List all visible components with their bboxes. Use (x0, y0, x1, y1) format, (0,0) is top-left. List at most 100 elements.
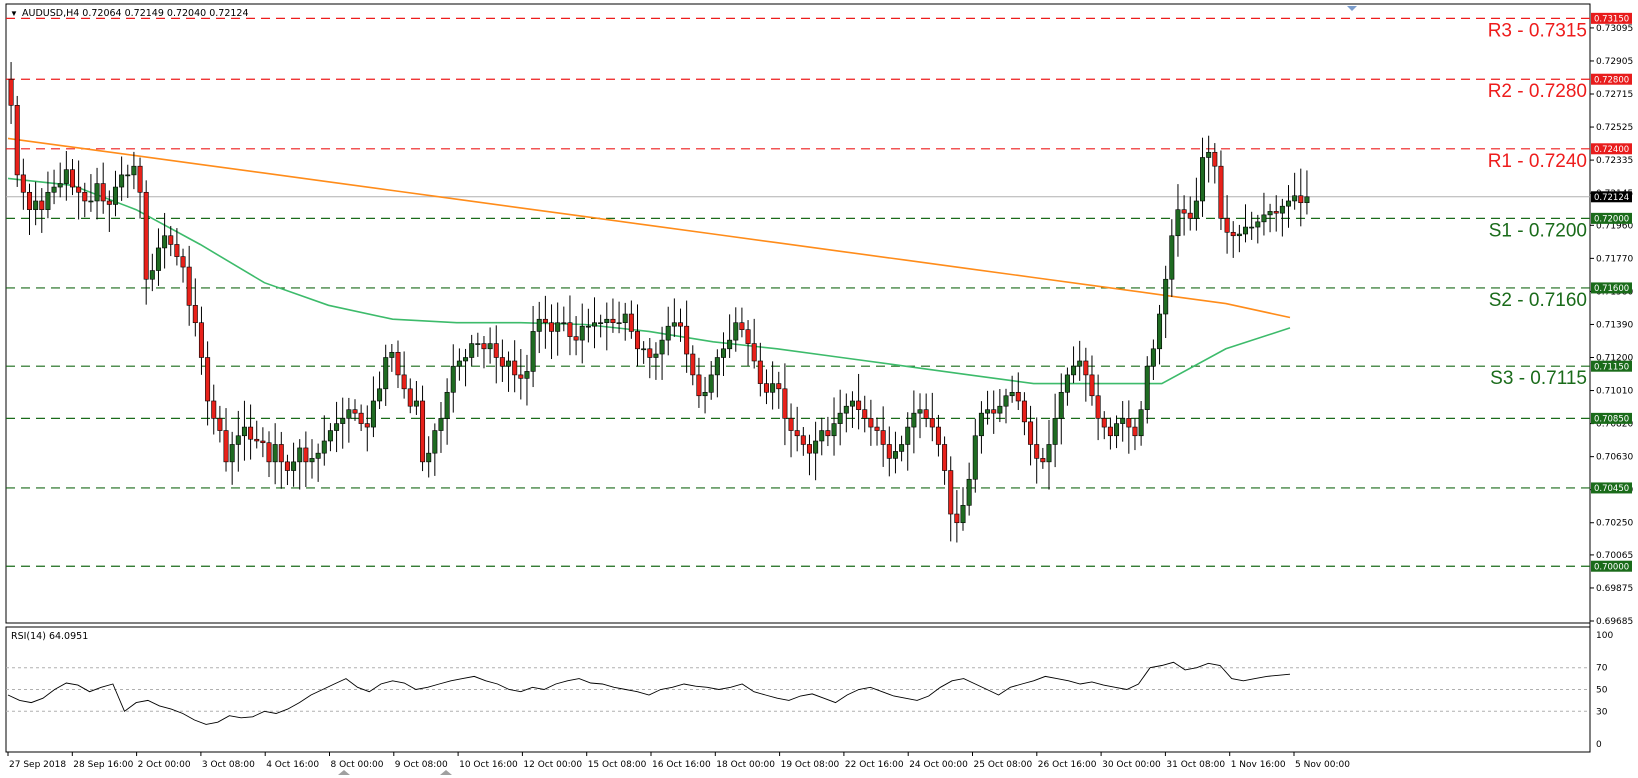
candle-body (1015, 391, 1021, 402)
candle-body (868, 418, 874, 428)
candle-body (76, 186, 82, 193)
level-label: R1 - 0.7240 (1488, 151, 1587, 172)
candle-body (291, 461, 297, 471)
candle-body (573, 336, 579, 341)
candle-body (892, 451, 898, 459)
candle-body (205, 357, 211, 402)
candle-body (874, 426, 880, 431)
x-tick-label: 24 Oct 00:00 (909, 760, 968, 770)
x-tick-label: 9 Oct 08:00 (395, 760, 448, 770)
candle-body (125, 174, 131, 177)
candle-body (524, 371, 530, 379)
candle-body (708, 374, 714, 393)
candle-body (26, 191, 32, 210)
candle-body (1040, 458, 1046, 463)
candle-body (616, 322, 622, 325)
candle-body (739, 322, 745, 330)
x-tick-label: 1 Nov 16:00 (1231, 760, 1286, 770)
candle-body (303, 447, 309, 463)
x-tick-label: 22 Oct 16:00 (845, 760, 904, 770)
price-panel (5, 3, 1591, 624)
candle-body (20, 174, 26, 193)
candle-body (837, 412, 843, 424)
candle-body (1206, 151, 1212, 158)
candle-body (1009, 391, 1015, 397)
candle-body (622, 313, 628, 324)
candle-body (1212, 151, 1218, 167)
candle-body (677, 322, 683, 327)
x-tick-label: 26 Oct 16:00 (1038, 760, 1097, 770)
candle-body (727, 339, 733, 350)
price-chart[interactable]: 0.73095 0.72905 0.72715 0.72525 0.72335 0.721… (0, 0, 1638, 778)
candle-body (1298, 195, 1304, 204)
candle-body (948, 470, 954, 515)
candle-body (377, 388, 383, 402)
candle-body (536, 318, 542, 332)
level-badge-text: 0.70850 (1594, 415, 1629, 425)
x-tick-label: 3 Oct 08:00 (202, 760, 255, 770)
candle-body (327, 430, 333, 442)
candle-body (499, 357, 505, 367)
y-tick-label: 0.71770 (1596, 254, 1633, 264)
candle-body (585, 325, 591, 328)
candle-body (309, 458, 315, 463)
candle-body (856, 400, 862, 410)
level-label: S1 - 0.7200 (1489, 220, 1587, 241)
x-tick-label: 5 Nov 00:00 (1295, 760, 1350, 770)
candle-body (1181, 209, 1187, 214)
candle-body (217, 418, 223, 431)
candle-body (862, 409, 868, 419)
candle-body (653, 353, 659, 358)
candle-body (720, 348, 726, 358)
y-tick-label: 0.69875 (1596, 584, 1633, 594)
candle-body (1286, 200, 1292, 207)
candle-body (1273, 211, 1279, 214)
candle-body (1089, 374, 1095, 397)
candle-body (899, 444, 905, 452)
candle-body (935, 426, 941, 445)
x-tick-label: 12 Oct 00:00 (523, 760, 582, 770)
candle-body (260, 440, 266, 444)
candle-body (1028, 421, 1034, 445)
chart-menu-arrow[interactable]: ▼ (10, 9, 18, 18)
candle-body (561, 322, 567, 325)
candle-body (1279, 205, 1285, 214)
scroll-marker-icon[interactable] (338, 770, 350, 775)
candle-body (1034, 444, 1040, 459)
x-tick-label: 10 Oct 16:00 (459, 760, 518, 770)
candle-body (1071, 365, 1077, 376)
candle-body (1261, 214, 1267, 223)
candle-body (254, 438, 260, 442)
candle-body (432, 430, 438, 454)
candle-body (567, 322, 573, 337)
candle-body (641, 348, 647, 351)
candle-body (1175, 209, 1181, 237)
candle-body (542, 318, 548, 324)
candle-body (714, 357, 720, 376)
candle-body (413, 400, 419, 407)
candle-body (696, 374, 702, 397)
x-tick-label: 2 Oct 00:00 (138, 760, 191, 770)
candle-body (1101, 418, 1107, 428)
candle-body (112, 186, 118, 205)
candle-body (168, 235, 174, 245)
candle-body (1193, 200, 1199, 219)
x-tick-label: 30 Oct 00:00 (1102, 760, 1161, 770)
x-tick-label: 31 Oct 08:00 (1166, 760, 1225, 770)
scroll-marker-icon[interactable] (440, 770, 452, 775)
y-tick-label: 0.73095 (1596, 24, 1633, 34)
candle-body (186, 266, 192, 306)
candle-body (702, 391, 708, 397)
candle-body (506, 360, 512, 367)
rsi-tick-label: 0 (1596, 740, 1602, 750)
candle-body (917, 409, 923, 414)
candle-body (284, 461, 290, 471)
x-tick-label: 25 Oct 08:00 (974, 760, 1033, 770)
candle-body (1292, 195, 1298, 202)
candle-body (100, 183, 106, 202)
candle-body (278, 444, 284, 463)
y-tick-label: 0.71010 (1596, 387, 1633, 397)
candle-body (1114, 423, 1120, 437)
rsi-tick-label: 100 (1596, 631, 1613, 641)
candle-body (849, 400, 855, 407)
